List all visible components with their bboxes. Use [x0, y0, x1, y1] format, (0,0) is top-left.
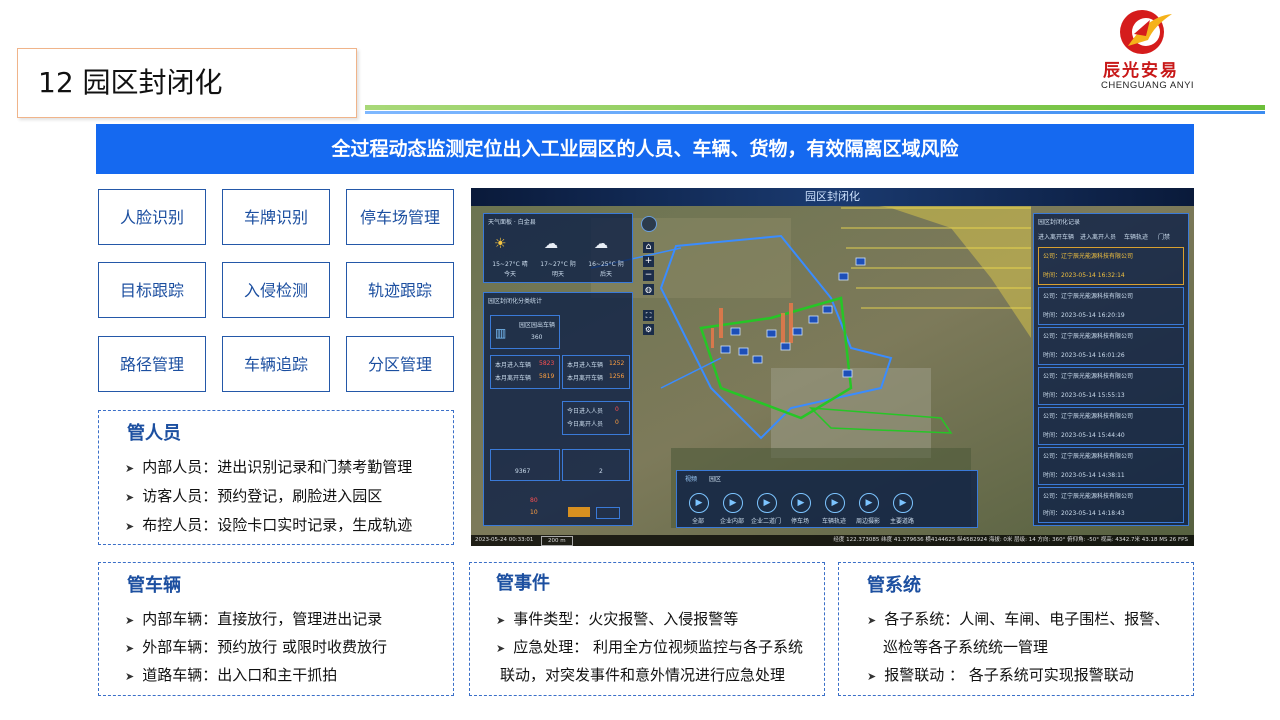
camera-icon[interactable]: ▶ — [859, 493, 879, 513]
sun-icon: ☀ — [494, 236, 507, 252]
stat-card: 本月进入车辆 1252 本月离开车辆 1256 — [562, 355, 630, 389]
arrow-icon: ➤ — [867, 670, 877, 683]
logo-name-en: CHENGUANG ANYI — [1101, 80, 1195, 91]
list-item-continued: 联动，对突发事件和意外情况进行应急处理 — [500, 666, 786, 684]
home-icon[interactable]: ⌂ — [643, 242, 654, 253]
park-map-dashboard: 园区封闭化 天气面板 · 白金县 ☀ ☁ ☁ 15~27°C 晴 17~27°C… — [471, 188, 1194, 546]
panel-systems-title: 管系统 — [867, 575, 921, 596]
headline-banner: 全过程动态监测定位出入工业园区的人员、车辆、货物，有效隔离区域风险 — [96, 124, 1194, 174]
slide-title-box: 12 园区封闭化 — [17, 48, 357, 118]
scale-bar: 200 m — [541, 536, 573, 546]
compass-icon[interactable] — [641, 216, 657, 232]
close-button[interactable] — [596, 507, 620, 519]
feature-plate-recognition[interactable]: 车牌识别 — [222, 189, 330, 245]
stat-card: 今日进入人员 0 今日离开人员 0 — [562, 401, 630, 435]
tab-park[interactable]: 园区 — [709, 474, 721, 483]
record-item[interactable]: 公司：辽宁辰光能源科技有限公司 时间：2023-05-14 16:32:14 — [1038, 247, 1184, 285]
stat-card: 本月进入车辆 5823 本月离开车辆 5819 — [490, 355, 560, 389]
confirm-button[interactable] — [568, 507, 590, 517]
panel-systems: 管系统 ➤ 各子系统：人闸、车闸、电子围栏、报警、 巡检等各子系统统一管理 ➤ 报警… — [838, 562, 1194, 696]
panel-events-title: 管事件 — [496, 573, 550, 594]
arrow-icon: ➤ — [125, 491, 135, 504]
arrow-icon: ➤ — [125, 462, 135, 475]
record-item[interactable]: 公司：辽宁辰光能源科技有限公司 时间：2023-05-14 16:01:26 — [1038, 327, 1184, 365]
panel-people: 管人员 ➤ 内部人员：进出识别记录和门禁考勤管理 ➤ 访客人员：预约登记，刷脸进入园… — [98, 410, 454, 545]
list-item-continued: 巡检等各子系统统一管理 — [883, 638, 1049, 656]
list-item: ➤ 内部车辆：直接放行，管理进出记录 — [125, 610, 383, 628]
settings-icon[interactable]: ⚙ — [643, 324, 654, 335]
logo-name-cn: 辰光安易 — [1103, 61, 1179, 81]
dashboard-title: 园区封闭化 — [471, 188, 1194, 206]
arrow-icon: ➤ — [125, 614, 135, 627]
feature-parking-management[interactable]: 停车场管理 — [346, 189, 454, 245]
feature-intrusion-detection[interactable]: 入侵检测 — [222, 262, 330, 318]
globe-icon[interactable]: ◍ — [643, 284, 654, 295]
list-item: ➤ 访客人员：预约登记，刷脸进入园区 — [125, 487, 383, 505]
arrow-icon: ➤ — [125, 642, 135, 655]
record-item[interactable]: 公司：辽宁辰光能源科技有限公司 时间：2023-05-14 15:44:40 — [1038, 407, 1184, 445]
cloud-icon: ☁ — [594, 236, 608, 252]
camera-icon[interactable]: ▶ — [825, 493, 845, 513]
track-card: 9367 — [490, 449, 560, 481]
stats-panel: 园区封闭化分类统计 园区园出车辆 360 ▥ 本月进入车辆 5823 本月离开车… — [483, 292, 633, 526]
records-tab[interactable]: 进入离开车辆 — [1038, 232, 1074, 241]
feature-trajectory-tracking[interactable]: 轨迹跟踪 — [346, 262, 454, 318]
cloud-icon: ☁ — [544, 236, 558, 252]
camera-icon[interactable]: ▶ — [689, 493, 709, 513]
panel-vehicles: 管车辆 ➤ 内部车辆：直接放行，管理进出记录 ➤ 外部车辆：预约放行 或限时收费放行… — [98, 562, 454, 696]
records-tab[interactable]: 进入离开人员 — [1080, 232, 1116, 241]
record-item[interactable]: 公司：辽宁辰光能源科技有限公司 时间：2023-05-14 15:55:13 — [1038, 367, 1184, 405]
list-item: ➤ 事件类型：火灾报警、入侵报警等 — [496, 610, 739, 628]
arrow-icon: ➤ — [496, 614, 506, 627]
track-card: 2 — [562, 449, 630, 481]
camera-icon[interactable]: ▶ — [723, 493, 743, 513]
camera-icon[interactable]: ▶ — [893, 493, 913, 513]
bottom-toolbar: 视频 园区 ▶ ▶ ▶ ▶ ▶ ▶ ▶ 全部 企业内部 企业二道门 停车场 车辆… — [676, 470, 978, 528]
list-item: ➤ 报警联动 ： 各子系统可实现报警联动 — [867, 666, 1134, 684]
list-item: ➤ 布控人员：设险卡口实时记录，生成轨迹 — [125, 516, 413, 534]
list-item: ➤ 内部人员：进出识别记录和门禁考勤管理 — [125, 458, 413, 476]
monitor-offline: 10 — [530, 509, 538, 516]
list-item: ➤ 应急处理： 利用全方位视频监控与各子系统 — [496, 638, 803, 656]
feature-vehicle-tracing[interactable]: 车辆追踪 — [222, 336, 330, 392]
weather-panel: 天气面板 · 白金县 ☀ ☁ ☁ 15~27°C 晴 17~27°C 阴 16~… — [483, 213, 633, 283]
record-item[interactable]: 公司：辽宁辰光能源科技有限公司 时间：2023-05-14 14:38:11 — [1038, 447, 1184, 485]
feature-target-tracking[interactable]: 目标跟踪 — [98, 262, 206, 318]
camera-icon[interactable]: ▶ — [757, 493, 777, 513]
zoom-out-icon[interactable]: − — [643, 270, 654, 281]
stat-card: 园区园出车辆 360 ▥ — [490, 315, 560, 349]
arrow-icon: ➤ — [496, 642, 506, 655]
arrow-icon: ➤ — [867, 614, 877, 627]
feature-route-management[interactable]: 路径管理 — [98, 336, 206, 392]
map-status-bar: 2023-05-24 00:33:01 200 m 经度 122.373085 … — [471, 535, 1194, 546]
zoom-in-icon[interactable]: + — [643, 256, 654, 267]
title-divider — [365, 102, 1265, 116]
bar-chart-icon: ▥ — [495, 326, 507, 340]
camera-icon[interactable]: ▶ — [791, 493, 811, 513]
panel-people-title: 管人员 — [127, 423, 181, 444]
feature-face-recognition[interactable]: 人脸识别 — [98, 189, 206, 245]
record-item[interactable]: 公司：辽宁辰光能源科技有限公司 时间：2023-05-14 16:20:19 — [1038, 287, 1184, 325]
list-item: ➤ 道路车辆：出入口和主干抓拍 — [125, 666, 338, 684]
map-coordinates: 经度 122.373085 纬度 41.379636 横4144625 纵458… — [833, 537, 1188, 543]
records-tab[interactable]: 车辆轨迹 — [1124, 232, 1148, 241]
monitor-online: 80 — [530, 497, 538, 504]
arrow-icon: ➤ — [125, 670, 135, 683]
fullscreen-icon[interactable]: ⛶ — [643, 310, 654, 321]
slide-title: 12 园区封闭化 — [38, 66, 223, 99]
list-item: ➤ 外部车辆：预约放行 或限时收费放行 — [125, 638, 387, 656]
records-panel: 园区封闭化记录 进入离开车辆 进入离开人员 车辆轨迹 门禁 公司：辽宁辰光能源科… — [1033, 213, 1189, 526]
records-tab[interactable]: 门禁 — [1158, 232, 1170, 241]
record-item[interactable]: 公司：辽宁辰光能源科技有限公司 时间：2023-05-14 14:18:43 — [1038, 487, 1184, 523]
list-item: ➤ 各子系统：人闸、车闸、电子围栏、报警、 — [867, 610, 1170, 628]
feature-zone-management[interactable]: 分区管理 — [346, 336, 454, 392]
arrow-icon: ➤ — [125, 520, 135, 533]
panel-events: 管事件 ➤ 事件类型：火灾报警、入侵报警等 ➤ 应急处理： 利用全方位视频监控与各子… — [469, 562, 825, 696]
timestamp: 2023-05-24 00:33:01 — [475, 537, 534, 543]
tab-video[interactable]: 视频 — [685, 474, 697, 483]
panel-vehicles-title: 管车辆 — [127, 575, 181, 596]
